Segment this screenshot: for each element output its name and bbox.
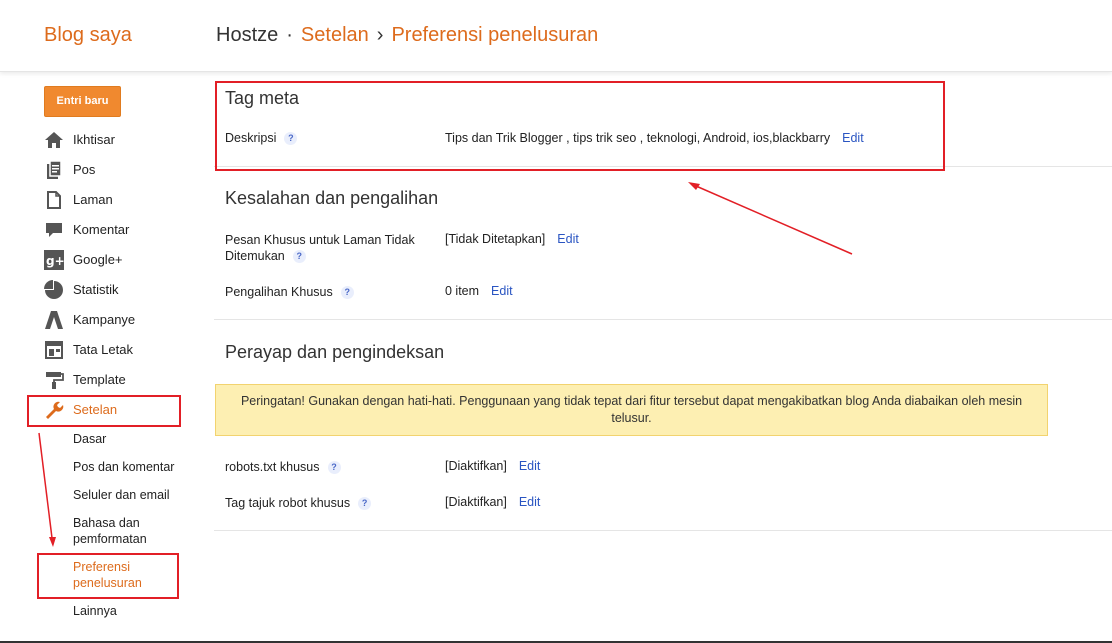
help-icon[interactable]: ? [340,286,354,300]
custom-robot-tags-label: Tag tajuk robot khusus? [225,495,372,511]
custom-404-label: Pesan Khusus untuk Laman Tidak Ditemukan… [225,232,435,264]
custom-redirects-label-text: Pengalihan Khusus [225,285,333,299]
edit-custom-redirects-link[interactable]: Edit [491,284,513,298]
custom-robots-txt-value: [Diaktifkan] [445,459,507,473]
campaign-icon [45,311,63,329]
breadcrumb-settings[interactable]: Setelan [301,24,369,46]
new-post-button[interactable]: Entri baru [44,86,121,117]
edit-custom-404-link[interactable]: Edit [557,232,579,246]
sidebar-item-label: Kampanye [73,312,136,327]
home-icon [45,132,63,148]
crawling-indexing-heading: Perayap dan pengindeksan [225,342,445,362]
paint-roller-icon [46,372,64,389]
breadcrumb-current-page: Preferensi penelusuran [391,24,599,46]
help-icon[interactable]: ? [292,250,306,264]
section-divider [214,530,1112,531]
custom-robots-txt-label-text: robots.txt khusus [225,460,320,474]
custom-redirects-value: 0 item [445,284,480,298]
help-icon[interactable]: ? [358,497,372,511]
edit-robot-tags-link[interactable]: Edit [519,495,541,509]
breadcrumb-separator: · [286,24,293,46]
pages-icon [47,191,61,209]
pie-chart-icon [44,280,63,299]
sidebar-item-label: Ikhtisar [73,132,115,147]
top-bar: Blog saya Hostze · Setelan › Preferensi pene… [0,0,1112,72]
settings-subitem-mobile-email[interactable]: Seluler dan email [73,487,193,503]
breadcrumb-separator: › [376,24,384,46]
custom-robots-txt-row-value: [Diaktifkan] Edit [445,459,540,473]
custom-404-row-value: [Tidak Ditetapkan] Edit [445,232,579,246]
edit-robots-txt-link[interactable]: Edit [519,459,541,473]
sidebar-item-label: Tata Letak [73,342,133,357]
highlight-box-settings [27,395,181,427]
sidebar-item-label: Template [73,372,126,387]
sidebar-item-label: Laman [73,192,113,207]
arrowhead [49,537,56,547]
settings-subitem-language-formatting[interactable]: Bahasa dan pemformatan [73,515,168,547]
custom-robot-tags-value: [Diaktifkan] [445,495,507,509]
settings-subitem-basic[interactable]: Dasar [73,431,193,447]
sidebar-item-label: Pos [73,162,96,177]
warning-banner: Peringatan! Gunakan dengan hati-hati. Pe… [215,384,1048,436]
sidebar-item-label: Google+ [73,252,123,267]
custom-robots-txt-label: robots.txt khusus? [225,459,341,475]
annotation-arrow-meta [695,185,853,255]
annotation-arrow-settings [38,432,53,539]
layout-icon [45,341,63,359]
custom-redirects-row-value: 0 item Edit [445,284,513,298]
breadcrumb: Hostze · Setelan › Preferensi penelusuran [216,24,598,47]
custom-redirects-label: Pengalihan Khusus? [225,284,354,300]
breadcrumb-blog[interactable]: Hostze [216,24,278,46]
settings-subitem-other[interactable]: Lainnya [73,603,193,619]
posts-icon [47,160,62,179]
highlight-box-meta-tags [215,81,945,171]
highlight-box-search-preferences [37,553,179,599]
sidebar-item-label: Komentar [73,222,130,237]
svg-text:g+: g+ [46,254,64,268]
sidebar-item-label: Statistik [73,282,119,297]
help-icon[interactable]: ? [327,461,341,475]
google-plus-icon: g+ [44,250,64,270]
arrowhead [688,182,700,190]
errors-redirects-heading: Kesalahan dan pengalihan [225,188,439,208]
custom-404-label-text: Pesan Khusus untuk Laman Tidak Ditemukan [225,233,415,263]
custom-robot-tags-row-value: [Diaktifkan] Edit [445,495,540,509]
section-divider [214,319,1112,320]
blog-title[interactable]: Blog saya [44,24,132,47]
comment-icon [46,223,62,237]
custom-404-value: [Tidak Ditetapkan] [445,232,546,246]
settings-subitem-posts-comments[interactable]: Pos dan komentar [73,459,193,475]
custom-robot-tags-label-text: Tag tajuk robot khusus [225,496,351,510]
